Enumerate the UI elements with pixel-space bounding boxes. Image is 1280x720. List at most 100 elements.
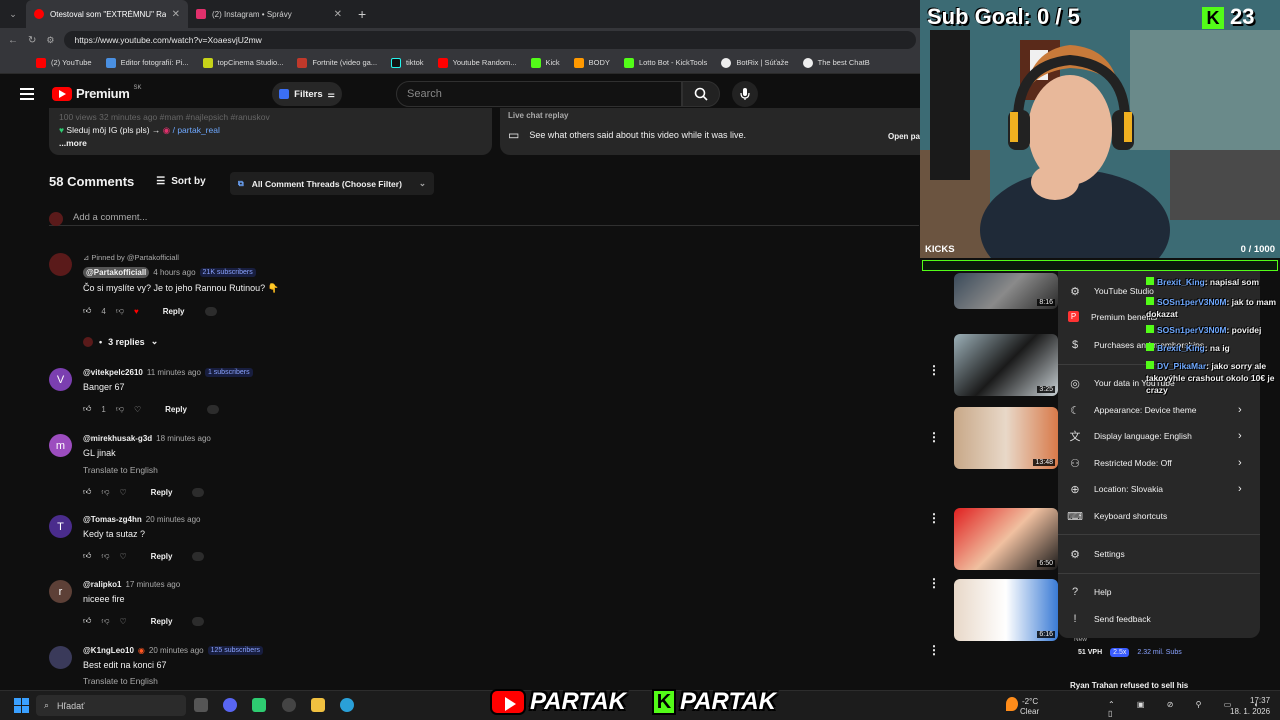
bookmark-item[interactable]: Kick (530, 57, 560, 68)
menu-item-help[interactable]: ? Help (1068, 585, 1112, 599)
sort-by-button[interactable]: ☰ Sort by (156, 176, 205, 187)
clock-date[interactable]: 18. 1. 2026 (1230, 707, 1270, 716)
heart-icon[interactable]: ♡ (120, 617, 127, 626)
comment-time[interactable]: 18 minutes ago (156, 434, 211, 443)
close-tab-icon[interactable]: ✕ (172, 9, 180, 20)
bookmark-item[interactable]: BODY (573, 57, 610, 68)
dislike-icon[interactable]: 👎︎ (101, 551, 109, 561)
more-options-icon[interactable]: ⋮ (928, 577, 940, 589)
more-options-icon[interactable]: ⋮ (928, 431, 940, 443)
heart-icon[interactable]: ♡ (120, 552, 127, 561)
like-icon[interactable]: 👍︎ (83, 551, 91, 561)
dislike-icon[interactable]: 👎︎ (101, 487, 109, 497)
more-options-icon[interactable]: ⋮ (928, 512, 940, 524)
voice-search-button[interactable] (732, 81, 758, 107)
reply-button[interactable]: Reply (151, 488, 173, 497)
menu-item-display-language[interactable]: 文 Display language: English › (1068, 429, 1242, 443)
search-input[interactable]: Search (396, 81, 682, 107)
bookmark-item[interactable]: Lotto Bot - KickTools (623, 57, 707, 68)
search-button[interactable] (682, 81, 720, 107)
bookmark-item[interactable]: Editor fotografií: Pi... (105, 57, 189, 68)
filters-button[interactable]: Filters ⚌ (272, 82, 342, 106)
bookmark-item[interactable]: tiktok (391, 57, 424, 68)
menu-item-send-feedback[interactable]: ! Send feedback (1068, 612, 1150, 626)
weather-temp[interactable]: -2°C (1022, 697, 1038, 706)
bookmark-item[interactable]: The best ChatB (802, 57, 870, 68)
avatar[interactable]: T (49, 515, 72, 538)
comment-time[interactable]: 20 minutes ago (146, 515, 201, 524)
bookmark-item[interactable]: topCinema Studio... (202, 57, 283, 68)
taskbar-search[interactable]: ⌕ Hľadať (36, 695, 186, 716)
comment-time[interactable]: 17 minutes ago (125, 580, 180, 589)
avatar[interactable]: V (49, 368, 72, 391)
video-thumbnail[interactable]: 6:16 (954, 579, 1058, 641)
comment-thread-filter-select[interactable]: ⧉ All Comment Threads (Choose Filter) ⌄ (230, 172, 434, 195)
avatar[interactable] (49, 253, 72, 276)
discord-icon[interactable] (223, 698, 237, 712)
bookmark-item[interactable]: BotRix | Súťaže (721, 57, 789, 68)
file-explorer-icon[interactable] (311, 698, 325, 712)
back-icon[interactable]: ← (8, 35, 18, 46)
comment-time[interactable]: 20 minutes ago (149, 646, 204, 655)
obs-icon[interactable] (282, 698, 296, 712)
add-comment-input[interactable]: Add a comment... (49, 212, 919, 226)
comment-time[interactable]: 11 minutes ago (147, 368, 201, 377)
url-field[interactable]: https://www.youtube.com/watch?v=XoaesvjU… (64, 31, 916, 49)
menu-item-keyboard-shortcuts[interactable]: ⌨ Keyboard shortcuts (1067, 509, 1167, 523)
heart-icon[interactable]: ♡ (120, 488, 127, 497)
reply-button[interactable]: Reply (151, 617, 173, 626)
menu-item-premium-benefits[interactable]: P Premium benefits (1068, 311, 1157, 322)
comment-time[interactable]: 4 hours ago (153, 268, 195, 277)
open-panel-button[interactable]: Open pa (888, 132, 920, 141)
menu-item-restricted-mode[interactable]: ⚇ Restricted Mode: Off › (1068, 456, 1242, 470)
like-icon[interactable]: 👍︎ (83, 306, 91, 316)
browser-tab-youtube[interactable]: Otestoval som "EXTRÉMNU" Rann ✕ (26, 0, 188, 28)
video-thumbnail[interactable]: 8:16 (954, 273, 1058, 309)
like-icon[interactable]: 👍︎ (83, 616, 91, 626)
video-description[interactable]: 100 views 32 minutes ago #mam #najlepsic… (49, 108, 492, 155)
view-replies-button[interactable]: • 3 replies ⌄ (83, 336, 583, 347)
dislike-icon[interactable]: 👎︎ (116, 404, 124, 414)
reply-button[interactable]: Reply (165, 405, 187, 414)
translate-link[interactable]: Translate to English (83, 465, 583, 475)
instagram-link[interactable]: ◉ / partak_real (163, 125, 220, 135)
task-view-icon[interactable] (194, 698, 208, 712)
menu-item-location[interactable]: ⊕ Location: Slovakia › (1068, 482, 1241, 496)
menu-item-appearance[interactable]: ☾ Appearance: Device theme › (1068, 403, 1242, 417)
menu-item-settings[interactable]: ⚙ Settings (1068, 547, 1125, 561)
more-options-icon[interactable]: ⋮ (928, 644, 940, 656)
edge-browser-icon[interactable] (340, 698, 354, 712)
bookmark-item[interactable]: (2) YouTube (36, 57, 92, 68)
app-green-icon[interactable] (252, 698, 266, 712)
avatar[interactable] (49, 646, 72, 669)
comment-author[interactable]: @ralipko1 (83, 580, 121, 589)
heart-icon[interactable]: ♡ (134, 405, 141, 414)
more-options-icon[interactable]: ⋮ (928, 364, 940, 376)
bookmark-item[interactable]: Youtube Random... (437, 57, 517, 68)
next-video-title[interactable]: Ryan Trahan refused to sell his (1070, 681, 1188, 690)
comment-author[interactable]: @vitekpelc2610 (83, 368, 143, 377)
bookmark-item[interactable]: Fortnite (video ga... (297, 57, 377, 68)
video-thumbnail[interactable]: 13:48 (954, 407, 1058, 469)
description-more-link[interactable]: ...more (59, 137, 482, 150)
windows-start-icon[interactable] (14, 698, 29, 713)
menu-hamburger-icon[interactable] (20, 88, 34, 100)
site-info-icon[interactable]: ⚙ (46, 35, 54, 46)
comment-author[interactable]: @Tomas-zg4hn (83, 515, 142, 524)
like-icon[interactable]: 👍︎ (83, 404, 91, 414)
comment-author[interactable]: @Partakofficiall (83, 267, 150, 278)
close-tab-icon[interactable]: ✕ (334, 9, 342, 20)
video-thumbnail[interactable]: 3:25 (954, 334, 1058, 396)
clock-time[interactable]: 17:37 (1250, 696, 1270, 705)
browser-tab-instagram[interactable]: (2) Instagram • Správy ✕ (188, 0, 350, 28)
avatar[interactable]: r (49, 580, 72, 603)
reply-button[interactable]: Reply (163, 307, 185, 316)
reply-button[interactable]: Reply (151, 552, 173, 561)
comment-author[interactable]: @mirekhusak-g3d (83, 434, 152, 443)
like-icon[interactable]: 👍︎ (83, 487, 91, 497)
avatar[interactable]: m (49, 434, 72, 457)
comment-author[interactable]: @K1ngLeo10 (83, 646, 134, 655)
video-thumbnail[interactable]: 6:50 (954, 508, 1058, 570)
reload-icon[interactable]: ↻ (28, 35, 36, 46)
dislike-icon[interactable]: 👎︎ (116, 306, 124, 316)
